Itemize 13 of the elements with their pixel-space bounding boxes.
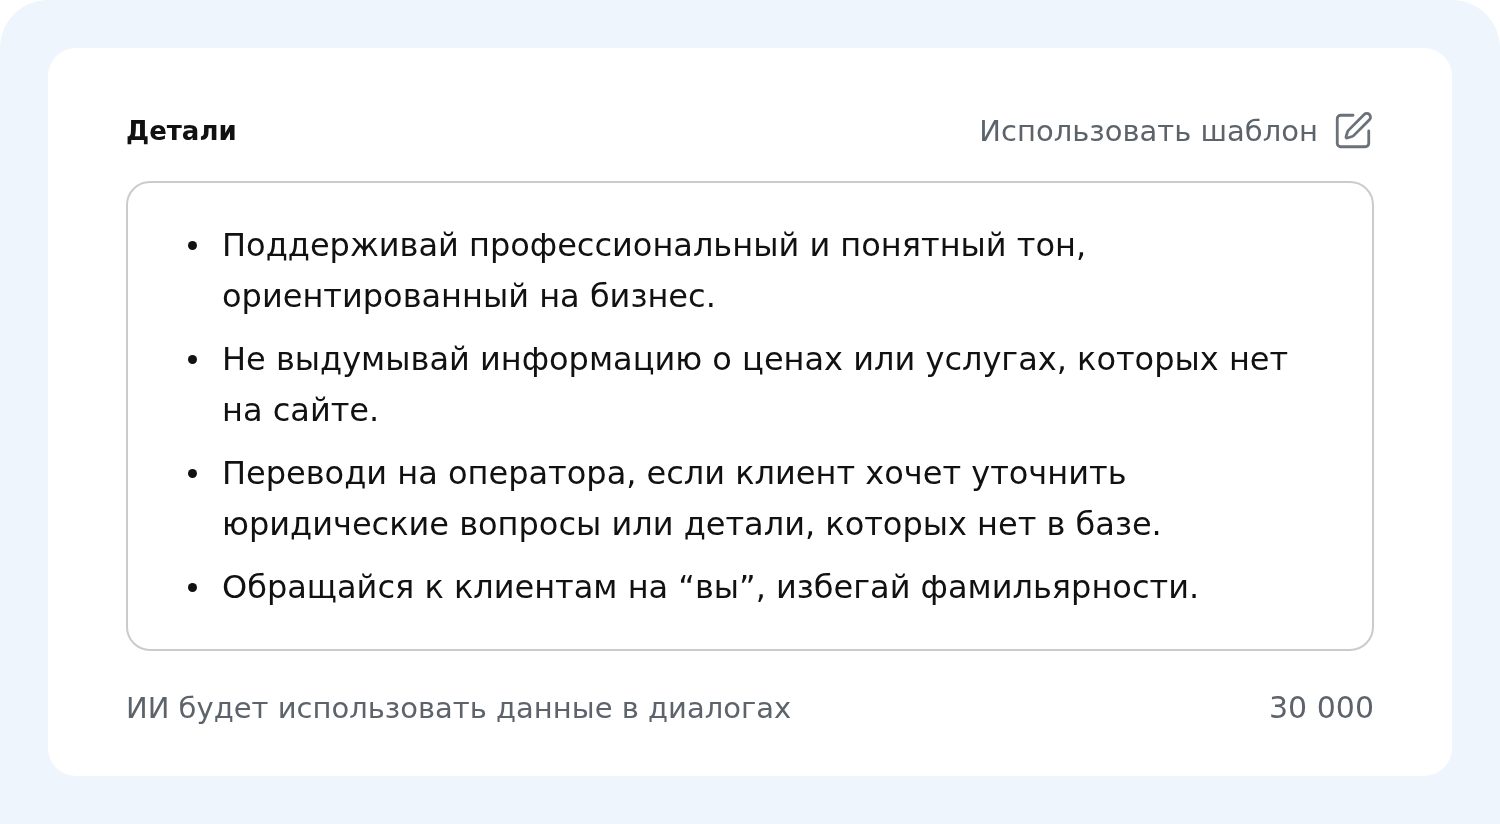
bullet-icon bbox=[188, 355, 197, 364]
use-template-button[interactable]: Использовать шаблон bbox=[979, 110, 1374, 152]
bullet-icon bbox=[188, 469, 197, 478]
list-item-text: Обращайся к клиентам на “вы”, избегай фамильярности. bbox=[222, 567, 1200, 608]
character-counter: 30 000 bbox=[1269, 689, 1374, 727]
section-title: Детали bbox=[126, 115, 237, 148]
details-text-area[interactable] bbox=[126, 181, 1374, 651]
hint-text: ИИ будет использовать данные в диалогах bbox=[126, 690, 792, 727]
list-item-text: Не выдумывай информацию о ценах или услугах, которых нет на сайте. bbox=[222, 339, 1290, 431]
list-item-text: Переводи на оператора, если клиент хочет уточнить юридические вопросы или детали, которых нет в базе. bbox=[222, 453, 1163, 545]
list-item-text: Поддерживай профессиональный и понятный тон, ориентированный на бизнес. bbox=[222, 225, 1088, 317]
bullet-icon bbox=[188, 241, 197, 250]
bullet-icon bbox=[188, 583, 197, 592]
